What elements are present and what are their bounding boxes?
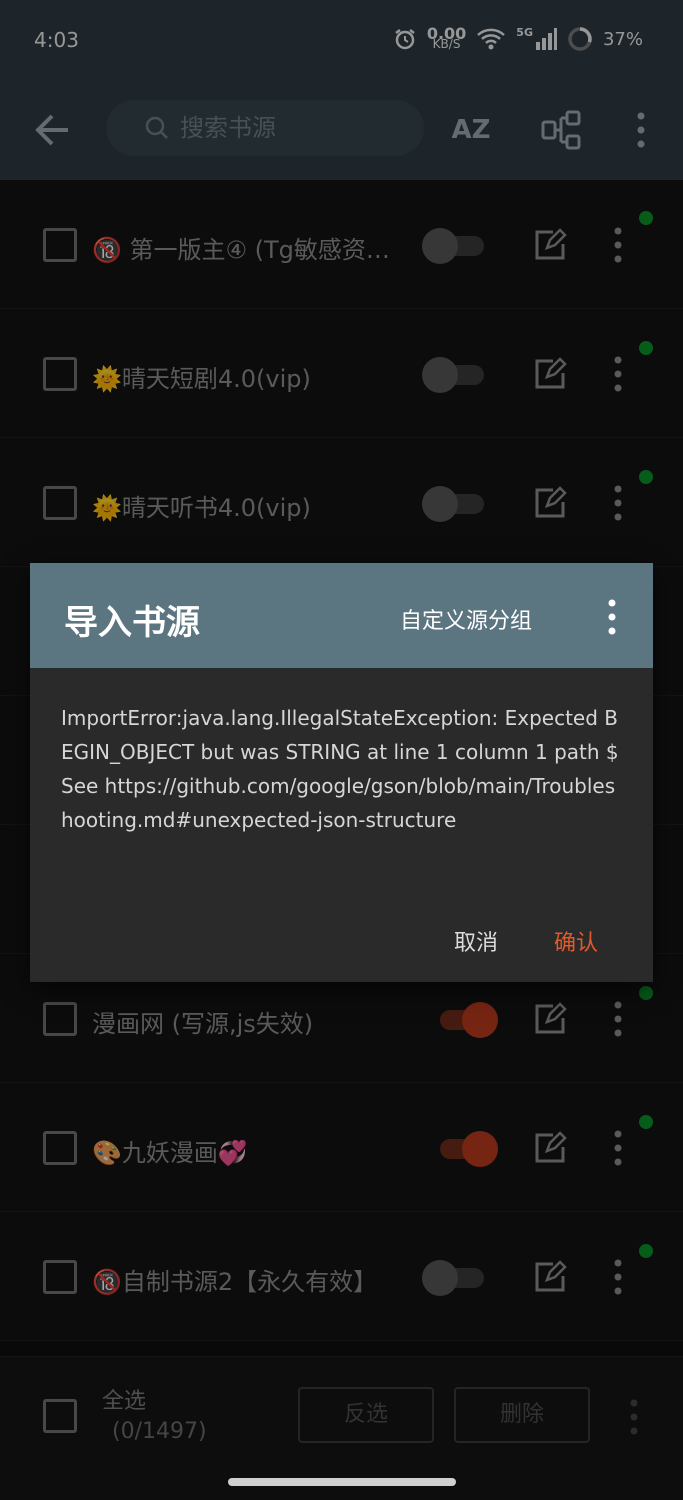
home-indicator[interactable] (228, 1478, 456, 1486)
import-source-dialog: 导入书源 自定义源分组 ImportError:java.lang.Illega… (30, 563, 653, 982)
dialog-title: 导入书源 (64, 603, 200, 643)
confirm-button[interactable]: 确认 (554, 925, 598, 957)
dialog-error-message: ImportError:java.lang.IllegalStateExcept… (61, 706, 619, 832)
custom-group-button[interactable]: 自定义源分组 (400, 603, 532, 635)
dialog-header: 导入书源 自定义源分组 (30, 563, 653, 668)
cancel-button[interactable]: 取消 (454, 925, 498, 957)
dialog-more-icon[interactable] (600, 597, 624, 637)
